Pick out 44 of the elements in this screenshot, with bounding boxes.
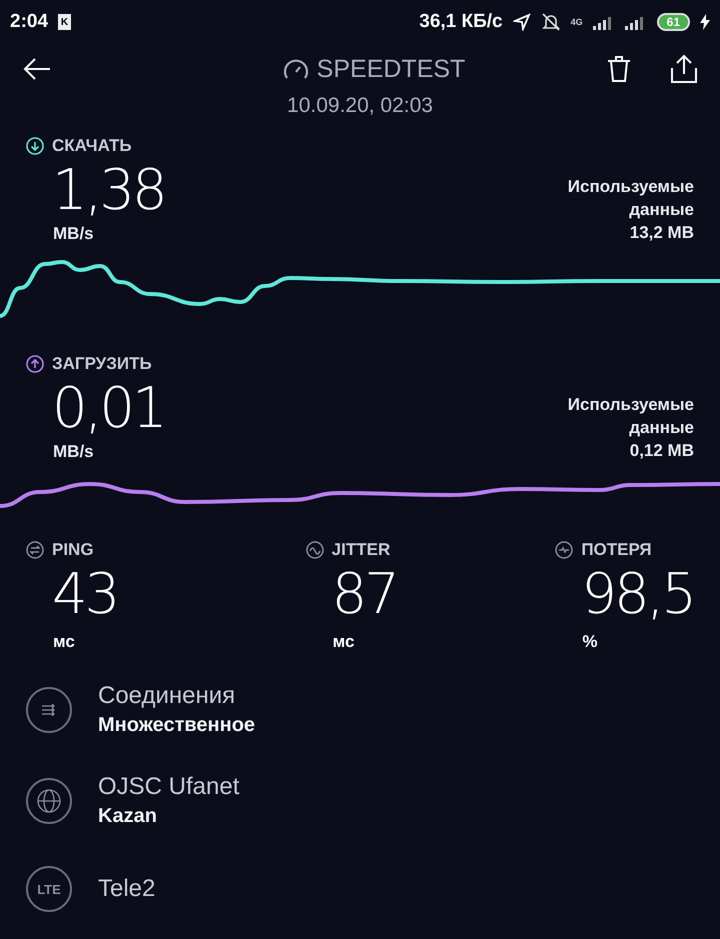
lte-badge: LTE xyxy=(26,866,72,912)
battery-level: 61 xyxy=(656,13,690,31)
speed-unit: MB/s xyxy=(53,224,95,244)
metric-label: JITTER xyxy=(332,540,390,560)
test-label: ЗАГРУЗИТЬ xyxy=(52,354,152,374)
data-used-label: Используемые данные xyxy=(566,394,694,439)
detail-title: OJSC Ufanet xyxy=(98,773,240,801)
location-icon xyxy=(512,13,531,31)
test-label: СКАЧАТЬ xyxy=(52,136,132,156)
data-used-value: 0,12 MB xyxy=(630,441,694,460)
data-used-value: 13,2 MB xyxy=(630,223,694,242)
detail-title: Tele2 xyxy=(98,875,156,903)
test-date: 10.09.20, 02:03 xyxy=(286,94,434,119)
detail-title: Соединения xyxy=(98,682,236,710)
network-type: 4G xyxy=(570,17,583,27)
pulse-icon xyxy=(555,541,574,559)
gauge-icon xyxy=(282,58,309,80)
share-button[interactable] xyxy=(670,54,698,84)
wave-icon xyxy=(306,541,324,559)
notification-badge: K xyxy=(58,14,72,30)
metric-value: 98,5 xyxy=(581,562,694,628)
charging-icon xyxy=(700,14,710,30)
data-used-label: Используемые данные xyxy=(566,176,694,221)
speed-value: 1,38 xyxy=(52,158,165,224)
speed-value: 0,01 xyxy=(52,376,165,442)
globe-icon xyxy=(26,778,72,824)
metric-value: 87 xyxy=(332,562,398,628)
muted-bell-icon xyxy=(540,12,561,32)
speed-unit: MB/s xyxy=(53,442,95,462)
connections-icon xyxy=(26,686,72,732)
detail-subtitle: Множественное xyxy=(98,714,256,737)
metric-value: 43 xyxy=(52,562,118,628)
ping-icon xyxy=(26,541,44,559)
metric-label: ПОТЕРЯ xyxy=(581,540,652,560)
delete-button[interactable] xyxy=(606,55,632,83)
detail-subtitle: Kazan xyxy=(98,805,158,828)
metric-label: PING xyxy=(52,540,94,560)
network-speed: 36,1 КБ/с xyxy=(419,11,503,33)
status-time: 2:04 xyxy=(10,11,48,33)
back-button[interactable] xyxy=(22,57,52,81)
metric-unit: мс xyxy=(53,632,76,652)
app-title: SPEEDTEST xyxy=(316,54,466,84)
metric-unit: мс xyxy=(332,632,356,652)
metric-unit: % xyxy=(582,632,598,652)
